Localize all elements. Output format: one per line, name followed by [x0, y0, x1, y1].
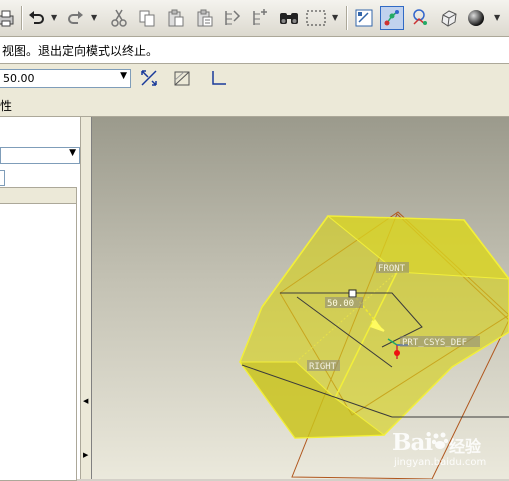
message-area: 视图。退出定向模式以终止。 [0, 37, 509, 64]
redo-dropdown-icon[interactable]: ▼ [91, 13, 97, 22]
paste-special-icon[interactable] [193, 6, 217, 30]
watermark-brand: Bai [392, 429, 433, 456]
regenerate-icon[interactable] [220, 6, 244, 30]
panel-splitter[interactable]: ◀ ▶ [80, 117, 92, 479]
paw-icon [432, 432, 448, 449]
toolbar-separator [346, 6, 348, 30]
shade-icon[interactable] [464, 6, 488, 30]
regen-manager-icon[interactable] [248, 6, 272, 30]
flip-direction-icon[interactable] [139, 68, 159, 91]
shade-dropdown-icon[interactable]: ▼ [494, 13, 500, 22]
sketch-view-icon[interactable] [352, 6, 376, 30]
watermark-suffix: 经验 [449, 437, 482, 456]
csys-label: PRT_CSYS_DEF [402, 338, 467, 348]
navigator-button[interactable] [0, 170, 5, 186]
select-box-icon[interactable] [303, 6, 329, 30]
depth-value-field[interactable]: 50.00 ▼ [0, 69, 131, 88]
sketch-tools-icon[interactable] [380, 6, 404, 30]
undo-dropdown-icon[interactable]: ▼ [51, 13, 57, 22]
orient-icon[interactable] [437, 6, 461, 30]
thicken-sketch-icon[interactable] [209, 68, 229, 91]
depth-dimension-label[interactable]: 50.00 [327, 299, 354, 309]
redo-icon[interactable] [64, 6, 88, 30]
navigator-select[interactable]: ▼ [0, 147, 80, 164]
status-message: 视图。退出定向模式以终止。 [2, 44, 159, 58]
select-dropdown-icon[interactable]: ▼ [332, 13, 338, 22]
depth-value: 50.00 [3, 72, 35, 85]
copy-icon[interactable] [135, 6, 159, 30]
toolbar-separator [21, 6, 23, 30]
watermark-url: jingyan.baidu.com [394, 457, 487, 468]
find-icon[interactable] [277, 6, 301, 30]
chevron-down-icon[interactable]: ▼ [69, 148, 76, 158]
model-tree-list[interactable] [0, 187, 77, 481]
datum-right-label: RIGHT [309, 362, 337, 372]
cut-icon[interactable] [107, 6, 131, 30]
model-tree-header [0, 188, 76, 204]
remove-material-icon[interactable] [172, 68, 192, 91]
datum-front-label: FRONT [378, 264, 406, 274]
tab-properties[interactable]: 性 [0, 97, 12, 114]
dashboard-tabs: 性 [0, 94, 509, 117]
feature-dashboard: 50.00 ▼ [0, 64, 509, 94]
collapse-left-icon[interactable]: ◀ [83, 397, 88, 405]
baidu-watermark: Bai 经验 jingyan.baidu.com [392, 423, 507, 475]
print-icon[interactable] [0, 6, 18, 30]
undo-icon[interactable] [24, 6, 48, 30]
navigator-panel: ▼ [0, 117, 80, 481]
csys-display-icon[interactable] [408, 6, 432, 30]
main-toolbar: ▼ ▼ ▼ ▼ [0, 0, 509, 37]
expand-right-icon[interactable]: ▶ [83, 451, 88, 459]
paste-icon[interactable] [164, 6, 188, 30]
chevron-down-icon[interactable]: ▼ [120, 71, 127, 81]
